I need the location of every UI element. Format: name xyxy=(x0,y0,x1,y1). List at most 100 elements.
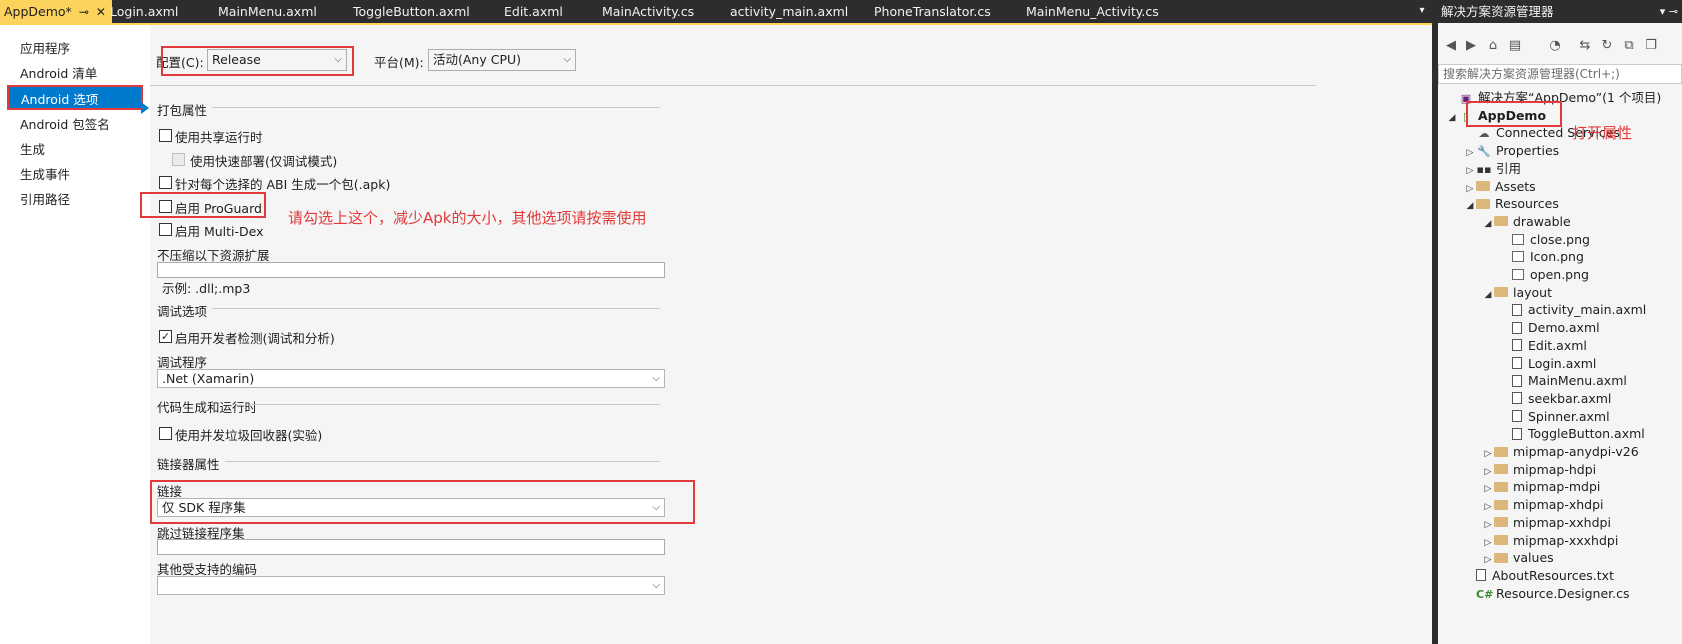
tree-node[interactable]: ▷ mipmap-xxhdpi xyxy=(1482,513,1611,532)
tab-login-axml[interactable]: Login.axml xyxy=(110,0,178,23)
tab-overflow-dropdown-icon[interactable]: ▾ xyxy=(1413,0,1431,23)
nav-item-android-package-signing[interactable]: Android 包签名 xyxy=(8,112,140,137)
tree-node-label: seekbar.axml xyxy=(1528,390,1612,406)
tree-node[interactable]: ▷ mipmap-xxxhdpi xyxy=(1482,531,1619,550)
tab-mainactivity-cs[interactable]: MainActivity.cs xyxy=(602,0,694,23)
expander-icon[interactable]: ◢ xyxy=(1482,215,1494,234)
tree-node[interactable]: ◢ Resources xyxy=(1464,194,1559,213)
forward-icon[interactable]: ▶ xyxy=(1462,37,1480,55)
tree-node[interactable]: Icon.png xyxy=(1500,247,1584,266)
window-options-icon[interactable]: ▾ ⊸ xyxy=(1660,0,1678,23)
folder-icon xyxy=(1476,196,1495,211)
tab-appdemo[interactable]: AppDemo* ⊸ ✕ xyxy=(0,0,112,23)
nav-item-android-options[interactable]: Android 选项 xyxy=(7,85,143,110)
no-compress-input[interactable] xyxy=(157,262,665,278)
expander-icon[interactable]: ◢ xyxy=(1482,286,1494,305)
tree-node[interactable]: ▷ mipmap-anydpi-v26 xyxy=(1482,442,1639,461)
switch-views-icon[interactable]: ▤ xyxy=(1506,37,1524,55)
tab-label: MainActivity.cs xyxy=(602,4,695,19)
tree-node[interactable]: ▷ mipmap-xhdpi xyxy=(1482,495,1604,514)
tree-node-label: AboutResources.txt xyxy=(1492,567,1614,583)
encodings-dropdown[interactable]: ⌵ xyxy=(157,576,665,595)
folder-icon xyxy=(1494,462,1513,477)
tab-edit-axml[interactable]: Edit.axml xyxy=(504,0,563,23)
tree-node[interactable]: ToggleButton.axml xyxy=(1500,424,1645,443)
section-line xyxy=(212,107,660,108)
tree-node[interactable]: C# Resource.Designer.cs xyxy=(1464,584,1630,603)
dev-instrumentation-checkbox[interactable]: ✓ xyxy=(159,330,172,343)
open-properties-annotation: 打开属性 xyxy=(1572,124,1633,142)
nav-item-build[interactable]: 生成 xyxy=(8,137,140,162)
tree-node[interactable]: MainMenu.axml xyxy=(1500,371,1627,390)
tab-togglebutton-axml[interactable]: ToggleButton.axml xyxy=(353,0,470,23)
solution-search-input[interactable]: 搜索解决方案资源管理器(Ctrl+;) xyxy=(1438,64,1682,84)
tree-node[interactable]: ▷ mipmap-mdpi xyxy=(1482,477,1601,496)
tree-node[interactable]: Login.axml xyxy=(1500,354,1596,373)
home-icon[interactable]: ⌂ xyxy=(1484,37,1502,55)
tab-mainmenu-axml[interactable]: MainMenu.axml xyxy=(218,0,317,23)
show-all-files-icon[interactable]: ❐ xyxy=(1642,37,1660,55)
multidex-label: 启用 Multi-Dex xyxy=(175,224,264,239)
folder-icon xyxy=(1494,515,1513,530)
wrench-icon: 🔧 xyxy=(1477,145,1491,159)
tree-node[interactable]: open.png xyxy=(1500,265,1589,284)
tree-node-label: Login.axml xyxy=(1528,355,1597,371)
tree-node[interactable]: Edit.axml xyxy=(1500,336,1587,355)
tree-node[interactable]: Spinner.axml xyxy=(1500,407,1610,426)
per-abi-checkbox[interactable] xyxy=(159,176,172,189)
tree-node[interactable]: ▷ values xyxy=(1482,548,1554,567)
tree-node-label: mipmap-anydpi-v26 xyxy=(1513,444,1639,459)
shared-runtime-label: 使用共享运行时 xyxy=(175,130,263,145)
nav-item-reference-paths[interactable]: 引用路径 xyxy=(8,187,140,212)
selected-nav-arrow-icon xyxy=(141,102,149,114)
fast-deploy-checkbox[interactable] xyxy=(172,153,185,166)
collapse-all-icon[interactable]: ⧉ xyxy=(1620,37,1638,55)
file-icon xyxy=(1512,302,1528,317)
config-divider xyxy=(150,85,1316,86)
tree-node[interactable]: ▷ 🔧 Properties xyxy=(1464,141,1560,160)
tab-label: ToggleButton.axml xyxy=(353,4,470,19)
tree-node[interactable]: activity_main.axml xyxy=(1500,300,1646,319)
pending-changes-icon[interactable]: ◔ xyxy=(1546,37,1564,55)
platform-label: 平台(M): xyxy=(374,55,424,70)
expander-icon[interactable]: ◢ xyxy=(1464,197,1476,216)
tree-node[interactable]: ◢ drawable xyxy=(1482,212,1571,231)
platform-dropdown[interactable]: 活动(Any CPU) ⌵ xyxy=(428,49,576,71)
nav-item-android-manifest[interactable]: Android 清单 xyxy=(8,61,140,86)
multidex-checkbox[interactable] xyxy=(159,223,172,236)
concurrent-gc-checkbox[interactable] xyxy=(159,427,172,440)
image-icon xyxy=(1512,232,1530,247)
folder-icon xyxy=(1494,497,1513,512)
tree-node[interactable]: seekbar.axml xyxy=(1500,389,1611,408)
no-compress-example: 示例: .dll;.mp3 xyxy=(162,281,251,296)
refresh-icon[interactable]: ↻ xyxy=(1598,37,1616,55)
skip-assemblies-input[interactable] xyxy=(157,539,665,555)
tree-node-label: open.png xyxy=(1530,267,1589,282)
tree-node[interactable]: close.png xyxy=(1500,230,1590,249)
tree-node[interactable]: ◢ layout xyxy=(1482,283,1552,302)
tree-node-label: mipmap-mdpi xyxy=(1513,479,1601,495)
tree-node[interactable]: ▷ ▪▪ 引用 xyxy=(1464,159,1521,178)
tab-activity-main-axml[interactable]: activity_main.axml xyxy=(730,0,848,23)
tree-node[interactable]: AboutResources.txt xyxy=(1464,566,1614,585)
sync-icon[interactable]: ⇆ xyxy=(1576,37,1594,55)
tree-node[interactable]: ▷ mipmap-hdpi xyxy=(1482,460,1597,479)
image-icon xyxy=(1512,267,1530,282)
debugger-dropdown[interactable]: .Net (Xamarin) ⌵ xyxy=(157,369,665,388)
expander-icon[interactable]: ◢ xyxy=(1446,109,1458,128)
nav-item-build-events[interactable]: 生成事件 xyxy=(8,162,140,187)
tree-node[interactable]: Demo.axml xyxy=(1500,318,1600,337)
shared-runtime-checkbox[interactable] xyxy=(159,129,172,142)
tab-phonetranslator-cs[interactable]: PhoneTranslator.cs xyxy=(874,0,991,23)
tree-node[interactable]: ▷ Assets xyxy=(1464,177,1536,196)
pin-icon[interactable]: ⊸ xyxy=(79,1,89,24)
close-icon[interactable]: ✕ xyxy=(96,1,106,24)
services-icon: ☁ xyxy=(1478,127,1490,141)
tab-mainmenu-activity-cs[interactable]: MainMenu_Activity.cs xyxy=(1026,0,1159,23)
back-icon[interactable]: ◀ xyxy=(1442,37,1460,55)
chevron-down-icon: ⌵ xyxy=(652,373,660,384)
file-icon xyxy=(1512,320,1528,335)
nav-item-application[interactable]: 应用程序 xyxy=(8,36,140,61)
image-icon xyxy=(1512,249,1530,264)
solution-explorer-title: 解决方案资源管理器 ▾ ⊸ xyxy=(1438,0,1682,23)
